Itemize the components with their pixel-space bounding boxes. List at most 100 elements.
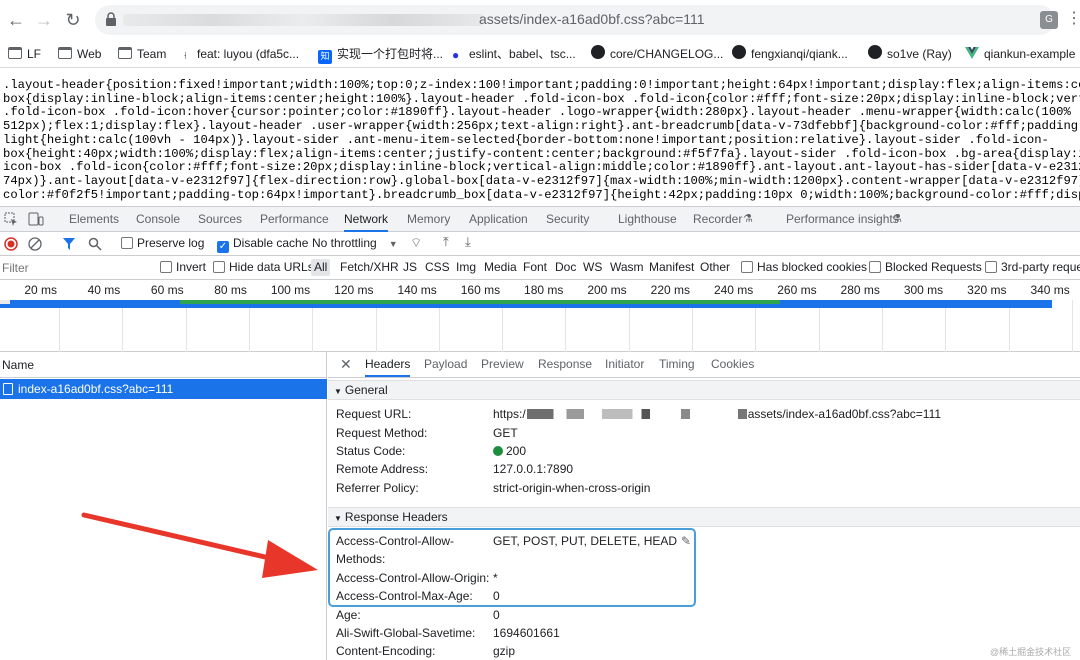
header-key: Age: bbox=[336, 608, 361, 622]
forward-button[interactable]: → bbox=[34, 10, 54, 30]
status-dot-icon bbox=[493, 446, 503, 456]
css-line: 74px)}.ant-layout[data-v-e2312f97]{flex-… bbox=[3, 173, 1080, 188]
throttling-select[interactable]: No throttling ▼ bbox=[312, 232, 398, 255]
bookmark-team[interactable]: Team bbox=[118, 45, 166, 63]
type-filter-doc[interactable]: Doc bbox=[555, 256, 576, 279]
header-key: Content-Encoding: bbox=[336, 644, 436, 658]
export-har-icon[interactable]: ⤓ bbox=[465, 234, 471, 250]
reload-button[interactable]: ↻ bbox=[63, 10, 83, 30]
type-filter-other[interactable]: Other bbox=[700, 256, 730, 279]
folder-icon bbox=[8, 47, 22, 59]
import-har-icon[interactable]: ⤒ bbox=[443, 234, 449, 250]
request-row[interactable]: index-a16ad0bf.css?abc=111 bbox=[0, 379, 327, 399]
type-filter-fetch[interactable]: Fetch/XHR bbox=[340, 256, 399, 279]
tab-payload[interactable]: Payload bbox=[424, 352, 467, 377]
timeline-tick-label: 300 ms bbox=[903, 283, 944, 297]
name-column-header[interactable]: Name bbox=[0, 352, 327, 378]
type-filter-img[interactable]: Img bbox=[456, 256, 476, 279]
tab-cookies[interactable]: Cookies bbox=[711, 352, 754, 377]
bookmark-lf[interactable]: LF bbox=[8, 45, 41, 63]
bookmark-feat[interactable]: ⍿ feat: luyou (dfa5c... bbox=[184, 45, 299, 63]
third-party-checkbox[interactable]: 3rd-party reques bbox=[985, 256, 1080, 279]
tab-network[interactable]: Network bbox=[344, 207, 389, 232]
clear-icon[interactable] bbox=[28, 237, 42, 251]
checkbox-checked[interactable]: ✓ bbox=[217, 241, 229, 253]
disable-cache-checkbox[interactable]: ✓ Disable cache bbox=[217, 232, 308, 255]
tab-response[interactable]: Response bbox=[538, 352, 592, 377]
tab-memory[interactable]: Memory bbox=[407, 207, 450, 232]
general-section-header[interactable]: ▼ General bbox=[328, 380, 1080, 400]
more-icon[interactable]: ⋮ bbox=[1066, 9, 1080, 29]
redacted-host bbox=[526, 409, 747, 419]
folder-icon bbox=[58, 47, 72, 59]
tab-security[interactable]: Security bbox=[546, 207, 589, 232]
tab-console[interactable]: Console bbox=[136, 207, 180, 232]
tab-timing[interactable]: Timing bbox=[659, 352, 695, 377]
tab-initiator[interactable]: Initiator bbox=[605, 352, 644, 377]
tab-recorder[interactable]: Recorder bbox=[693, 207, 742, 232]
tab-performance-insights[interactable]: Performance insights bbox=[786, 207, 899, 232]
invert-checkbox[interactable]: Invert bbox=[160, 256, 206, 279]
stylesheet-file-icon bbox=[3, 383, 13, 395]
type-filter-wasm[interactable]: Wasm bbox=[610, 256, 644, 279]
record-icon[interactable] bbox=[4, 237, 18, 251]
header-value: strict-origin-when-cross-origin bbox=[493, 481, 651, 495]
filter-input[interactable] bbox=[0, 257, 150, 278]
has-blocked-cookies-checkbox[interactable]: Has blocked cookies bbox=[741, 256, 867, 279]
search-icon[interactable] bbox=[88, 237, 102, 251]
tab-performance[interactable]: Performance bbox=[260, 207, 329, 232]
bookmark-qiankun[interactable]: fengxianqi/qiank... bbox=[732, 45, 848, 63]
bookmark-eslint[interactable]: ● eslint、babel、tsc... bbox=[452, 45, 576, 63]
back-button[interactable]: ← bbox=[6, 10, 26, 30]
hide-data-urls-checkbox[interactable]: Hide data URLs bbox=[213, 256, 314, 279]
tab-sources[interactable]: Sources bbox=[198, 207, 242, 232]
type-filter-all[interactable]: All bbox=[311, 259, 331, 276]
type-filter-ws[interactable]: WS bbox=[583, 256, 602, 279]
bookmark-zhihu[interactable]: 知实现一个打包时将... bbox=[318, 45, 443, 64]
close-icon[interactable]: ✕ bbox=[340, 352, 352, 377]
preserve-log-checkbox[interactable]: Preserve log bbox=[121, 232, 204, 255]
timeline-tick-label: 60 ms bbox=[150, 283, 184, 297]
checkbox[interactable] bbox=[160, 261, 172, 273]
blocked-requests-checkbox[interactable]: Blocked Requests bbox=[869, 256, 982, 279]
type-filter-js[interactable]: JS bbox=[403, 256, 417, 279]
bookmark-qiankun-example[interactable]: qiankun-example bbox=[965, 45, 1075, 63]
timeline-tick-label: 80 ms bbox=[214, 283, 247, 297]
redacted-domain bbox=[123, 14, 483, 26]
header-value: GET bbox=[493, 426, 518, 440]
filter-bar: Invert Hide data URLs All Fetch/XHR JS C… bbox=[0, 256, 1080, 280]
details-tab-bar: ✕ Headers Payload Preview Response Initi… bbox=[328, 352, 1080, 378]
header-value: 1694601661 bbox=[493, 626, 560, 640]
timeline-tick-label: 280 ms bbox=[840, 283, 880, 297]
device-toolbar-icon[interactable] bbox=[28, 212, 44, 226]
checkbox[interactable] bbox=[741, 261, 753, 273]
github-icon bbox=[591, 45, 605, 59]
tab-preview[interactable]: Preview bbox=[481, 352, 524, 377]
tab-elements[interactable]: Elements bbox=[69, 207, 119, 232]
checkbox[interactable] bbox=[869, 261, 881, 273]
filter-icon[interactable] bbox=[62, 237, 76, 251]
css-line: color:#f0f2f5!important;padding-top:64px… bbox=[3, 187, 1080, 202]
tab-application[interactable]: Application bbox=[469, 207, 528, 232]
tab-lighthouse[interactable]: Lighthouse bbox=[618, 207, 677, 232]
timeline-tick-label: 180 ms bbox=[524, 283, 564, 297]
checkbox[interactable] bbox=[121, 237, 133, 249]
tab-headers[interactable]: Headers bbox=[365, 352, 411, 377]
address-bar[interactable]: assets/index-a16ad0bf.css?abc=111 bbox=[95, 5, 1055, 35]
checkbox[interactable] bbox=[985, 261, 997, 273]
type-filter-media[interactable]: Media bbox=[484, 256, 517, 279]
header-value: 127.0.0.1:7890 bbox=[493, 462, 574, 476]
response-headers-section-header[interactable]: ▼ Response Headers bbox=[328, 507, 1080, 527]
type-filter-font[interactable]: Font bbox=[523, 256, 547, 279]
translate-icon[interactable]: G bbox=[1040, 11, 1058, 29]
inspect-element-icon[interactable] bbox=[4, 212, 18, 226]
network-timeline[interactable]: 20 ms 40 ms 60 ms 80 ms 100 ms 120 ms 140 ms 16… bbox=[0, 280, 1080, 352]
bookmark-web[interactable]: Web bbox=[58, 45, 101, 63]
bookmark-so1ve[interactable]: so1ve (Ray) bbox=[868, 45, 952, 63]
checkbox[interactable] bbox=[213, 261, 225, 273]
bookmark-changelog[interactable]: core/CHANGELOG... bbox=[591, 45, 723, 63]
type-filter-manifest[interactable]: Manifest bbox=[649, 256, 694, 279]
timeline-tick-label: 320 ms bbox=[967, 283, 1007, 297]
type-filter-css[interactable]: CSS bbox=[425, 256, 450, 279]
network-conditions-icon[interactable]: ⌔ bbox=[410, 235, 422, 251]
